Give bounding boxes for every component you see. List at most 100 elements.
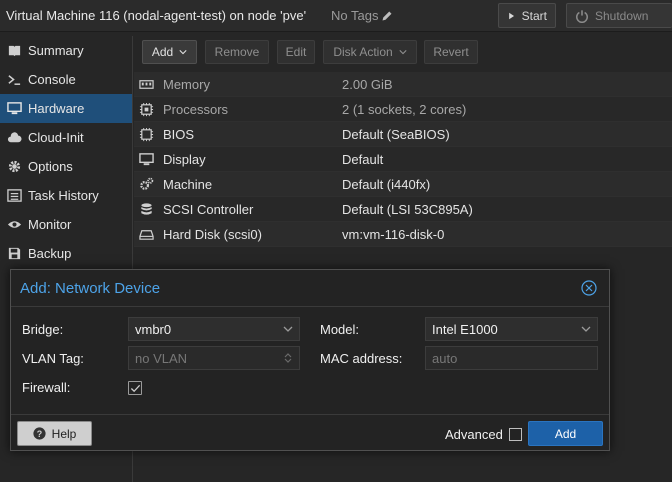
- hardware-table: Memory 2.00 GiB Processors 2 (1 sockets,…: [134, 72, 672, 247]
- bridge-value: vmbr0: [135, 321, 172, 337]
- list-icon: [6, 188, 22, 204]
- cogs-icon: [137, 177, 155, 192]
- add-network-device-dialog: Add: Network Device Bridge: vmbr0 VLAN T…: [10, 269, 610, 451]
- start-label: Start: [521, 8, 547, 23]
- revert-button[interactable]: Revert: [424, 40, 478, 64]
- dialog-title: Add: Network Device: [20, 280, 161, 297]
- sidebar-item-label: Backup: [28, 246, 72, 261]
- mac-placeholder: auto: [432, 350, 458, 366]
- hw-value: Default (SeaBIOS): [342, 126, 450, 142]
- help-label: Help: [51, 426, 77, 441]
- advanced-toggle[interactable]: Advanced: [445, 427, 522, 442]
- mac-address-label: MAC address:: [320, 351, 403, 366]
- hw-name: Display: [163, 151, 206, 167]
- hw-name: BIOS: [163, 126, 195, 142]
- gear-icon: [6, 159, 22, 175]
- close-icon[interactable]: [581, 280, 597, 296]
- tags-label: No Tags: [331, 8, 379, 23]
- chevron-down-icon: [399, 50, 407, 55]
- help-button[interactable]: ? Help: [17, 421, 92, 446]
- sidebar-item-label: Summary: [28, 43, 84, 58]
- chevron-down-icon: [179, 50, 187, 55]
- hw-value: 2 (1 sockets, 2 cores): [342, 101, 467, 117]
- sidebar-item-monitor[interactable]: Monitor: [0, 210, 132, 239]
- sidebar-item-options[interactable]: Options: [0, 152, 132, 181]
- vlan-tag-field[interactable]: no VLAN: [128, 346, 300, 370]
- hw-value: 2.00 GiB: [342, 76, 393, 92]
- edit-label: Edit: [285, 45, 307, 59]
- remove-button[interactable]: Remove: [205, 40, 269, 64]
- hw-name: Memory: [163, 76, 210, 92]
- add-submit-button[interactable]: Add: [528, 421, 603, 446]
- disk-action-button[interactable]: Disk Action: [323, 40, 417, 64]
- hw-value: Default (i440fx): [342, 176, 431, 192]
- disk-action-label: Disk Action: [333, 45, 393, 59]
- title-bar: Virtual Machine 116 (nodal-agent-test) o…: [0, 0, 672, 32]
- spinner-icon: [284, 353, 292, 363]
- sidebar-item-label: Console: [28, 72, 76, 87]
- sidebar-item-label: Hardware: [28, 101, 85, 116]
- vlan-label: VLAN Tag:: [22, 351, 84, 366]
- play-icon: [509, 12, 515, 19]
- table-row[interactable]: Processors 2 (1 sockets, 2 cores): [134, 97, 672, 122]
- sidebar-item-cloud-init[interactable]: Cloud-Init: [0, 123, 132, 152]
- question-icon: ?: [33, 427, 46, 440]
- add-button[interactable]: Add: [142, 40, 197, 64]
- sidebar-item-task-history[interactable]: Task History: [0, 181, 132, 210]
- add-submit-label: Add: [554, 426, 577, 441]
- sidebar-item-label: Task History: [28, 188, 99, 203]
- advanced-label: Advanced: [445, 427, 503, 442]
- hw-name: Hard Disk (scsi0): [163, 226, 262, 242]
- table-row[interactable]: BIOS Default (SeaBIOS): [134, 122, 672, 147]
- remove-label: Remove: [214, 45, 260, 59]
- shutdown-label: Shutdown: [595, 8, 649, 23]
- database-icon: [137, 202, 155, 217]
- cloud-icon: [6, 130, 22, 146]
- chip-icon: [137, 127, 155, 142]
- memory-icon: [137, 77, 155, 92]
- sidebar-item-console[interactable]: Console: [0, 65, 132, 94]
- tags-editor[interactable]: No Tags: [331, 8, 393, 23]
- hardware-toolbar: Add Remove Edit Disk Action Revert: [134, 36, 672, 68]
- table-row[interactable]: Hard Disk (scsi0) vm:vm-116-disk-0: [134, 222, 672, 247]
- table-row[interactable]: Memory 2.00 GiB: [134, 72, 672, 97]
- check-icon: [130, 384, 140, 392]
- bridge-select[interactable]: vmbr0: [128, 317, 300, 341]
- bridge-label: Bridge:: [22, 322, 64, 337]
- book-icon: [6, 43, 22, 59]
- hw-name: SCSI Controller: [163, 201, 254, 217]
- table-row[interactable]: SCSI Controller Default (LSI 53C895A): [134, 197, 672, 222]
- start-button[interactable]: Start: [498, 3, 556, 28]
- chevron-down-icon: [283, 326, 293, 332]
- hw-name: Processors: [163, 101, 229, 117]
- svg-text:?: ?: [36, 429, 41, 439]
- eye-icon: [6, 217, 22, 233]
- cpu-icon: [137, 102, 155, 117]
- dialog-footer: ? Help Advanced Add: [11, 414, 609, 451]
- model-label: Model:: [320, 322, 360, 337]
- hw-value: Default (LSI 53C895A): [342, 201, 473, 217]
- table-row[interactable]: Display Default: [134, 147, 672, 172]
- desktop-icon: [6, 101, 22, 117]
- sidebar-item-label: Cloud-Init: [28, 130, 84, 145]
- revert-label: Revert: [433, 45, 469, 59]
- firewall-checkbox[interactable]: [128, 381, 142, 395]
- sidebar-item-backup[interactable]: Backup: [0, 239, 132, 268]
- advanced-checkbox[interactable]: [508, 428, 522, 441]
- sidebar-item-hardware[interactable]: Hardware: [0, 94, 132, 123]
- table-row[interactable]: Machine Default (i440fx): [134, 172, 672, 197]
- terminal-icon: [6, 72, 22, 88]
- floppy-icon: [6, 246, 22, 262]
- mac-address-field[interactable]: auto: [425, 346, 598, 370]
- chevron-down-icon: [581, 326, 591, 332]
- add-label: Add: [151, 45, 174, 59]
- model-select[interactable]: Intel E1000: [425, 317, 598, 341]
- shutdown-button[interactable]: Shutdown: [566, 3, 672, 28]
- power-icon: [575, 9, 589, 23]
- sidebar-item-summary[interactable]: Summary: [0, 36, 132, 65]
- vlan-placeholder: no VLAN: [135, 350, 188, 366]
- hdd-icon: [137, 227, 155, 242]
- edit-button[interactable]: Edit: [277, 40, 315, 64]
- model-value: Intel E1000: [432, 321, 498, 337]
- vm-title: Virtual Machine 116 (nodal-agent-test) o…: [6, 8, 307, 23]
